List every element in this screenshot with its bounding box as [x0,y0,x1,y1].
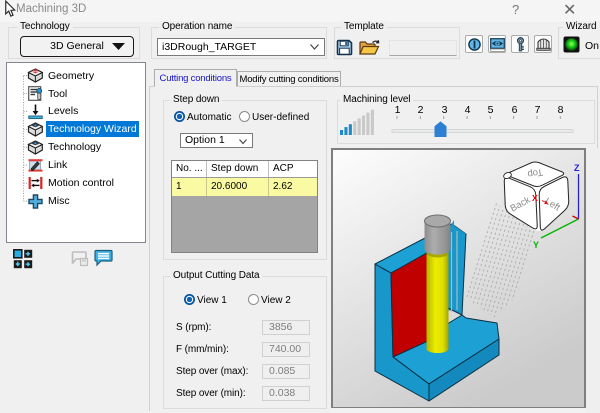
svg-text:X: X [532,193,538,203]
svg-text:Z: Z [574,163,580,173]
svg-text:Y: Y [533,240,539,250]
